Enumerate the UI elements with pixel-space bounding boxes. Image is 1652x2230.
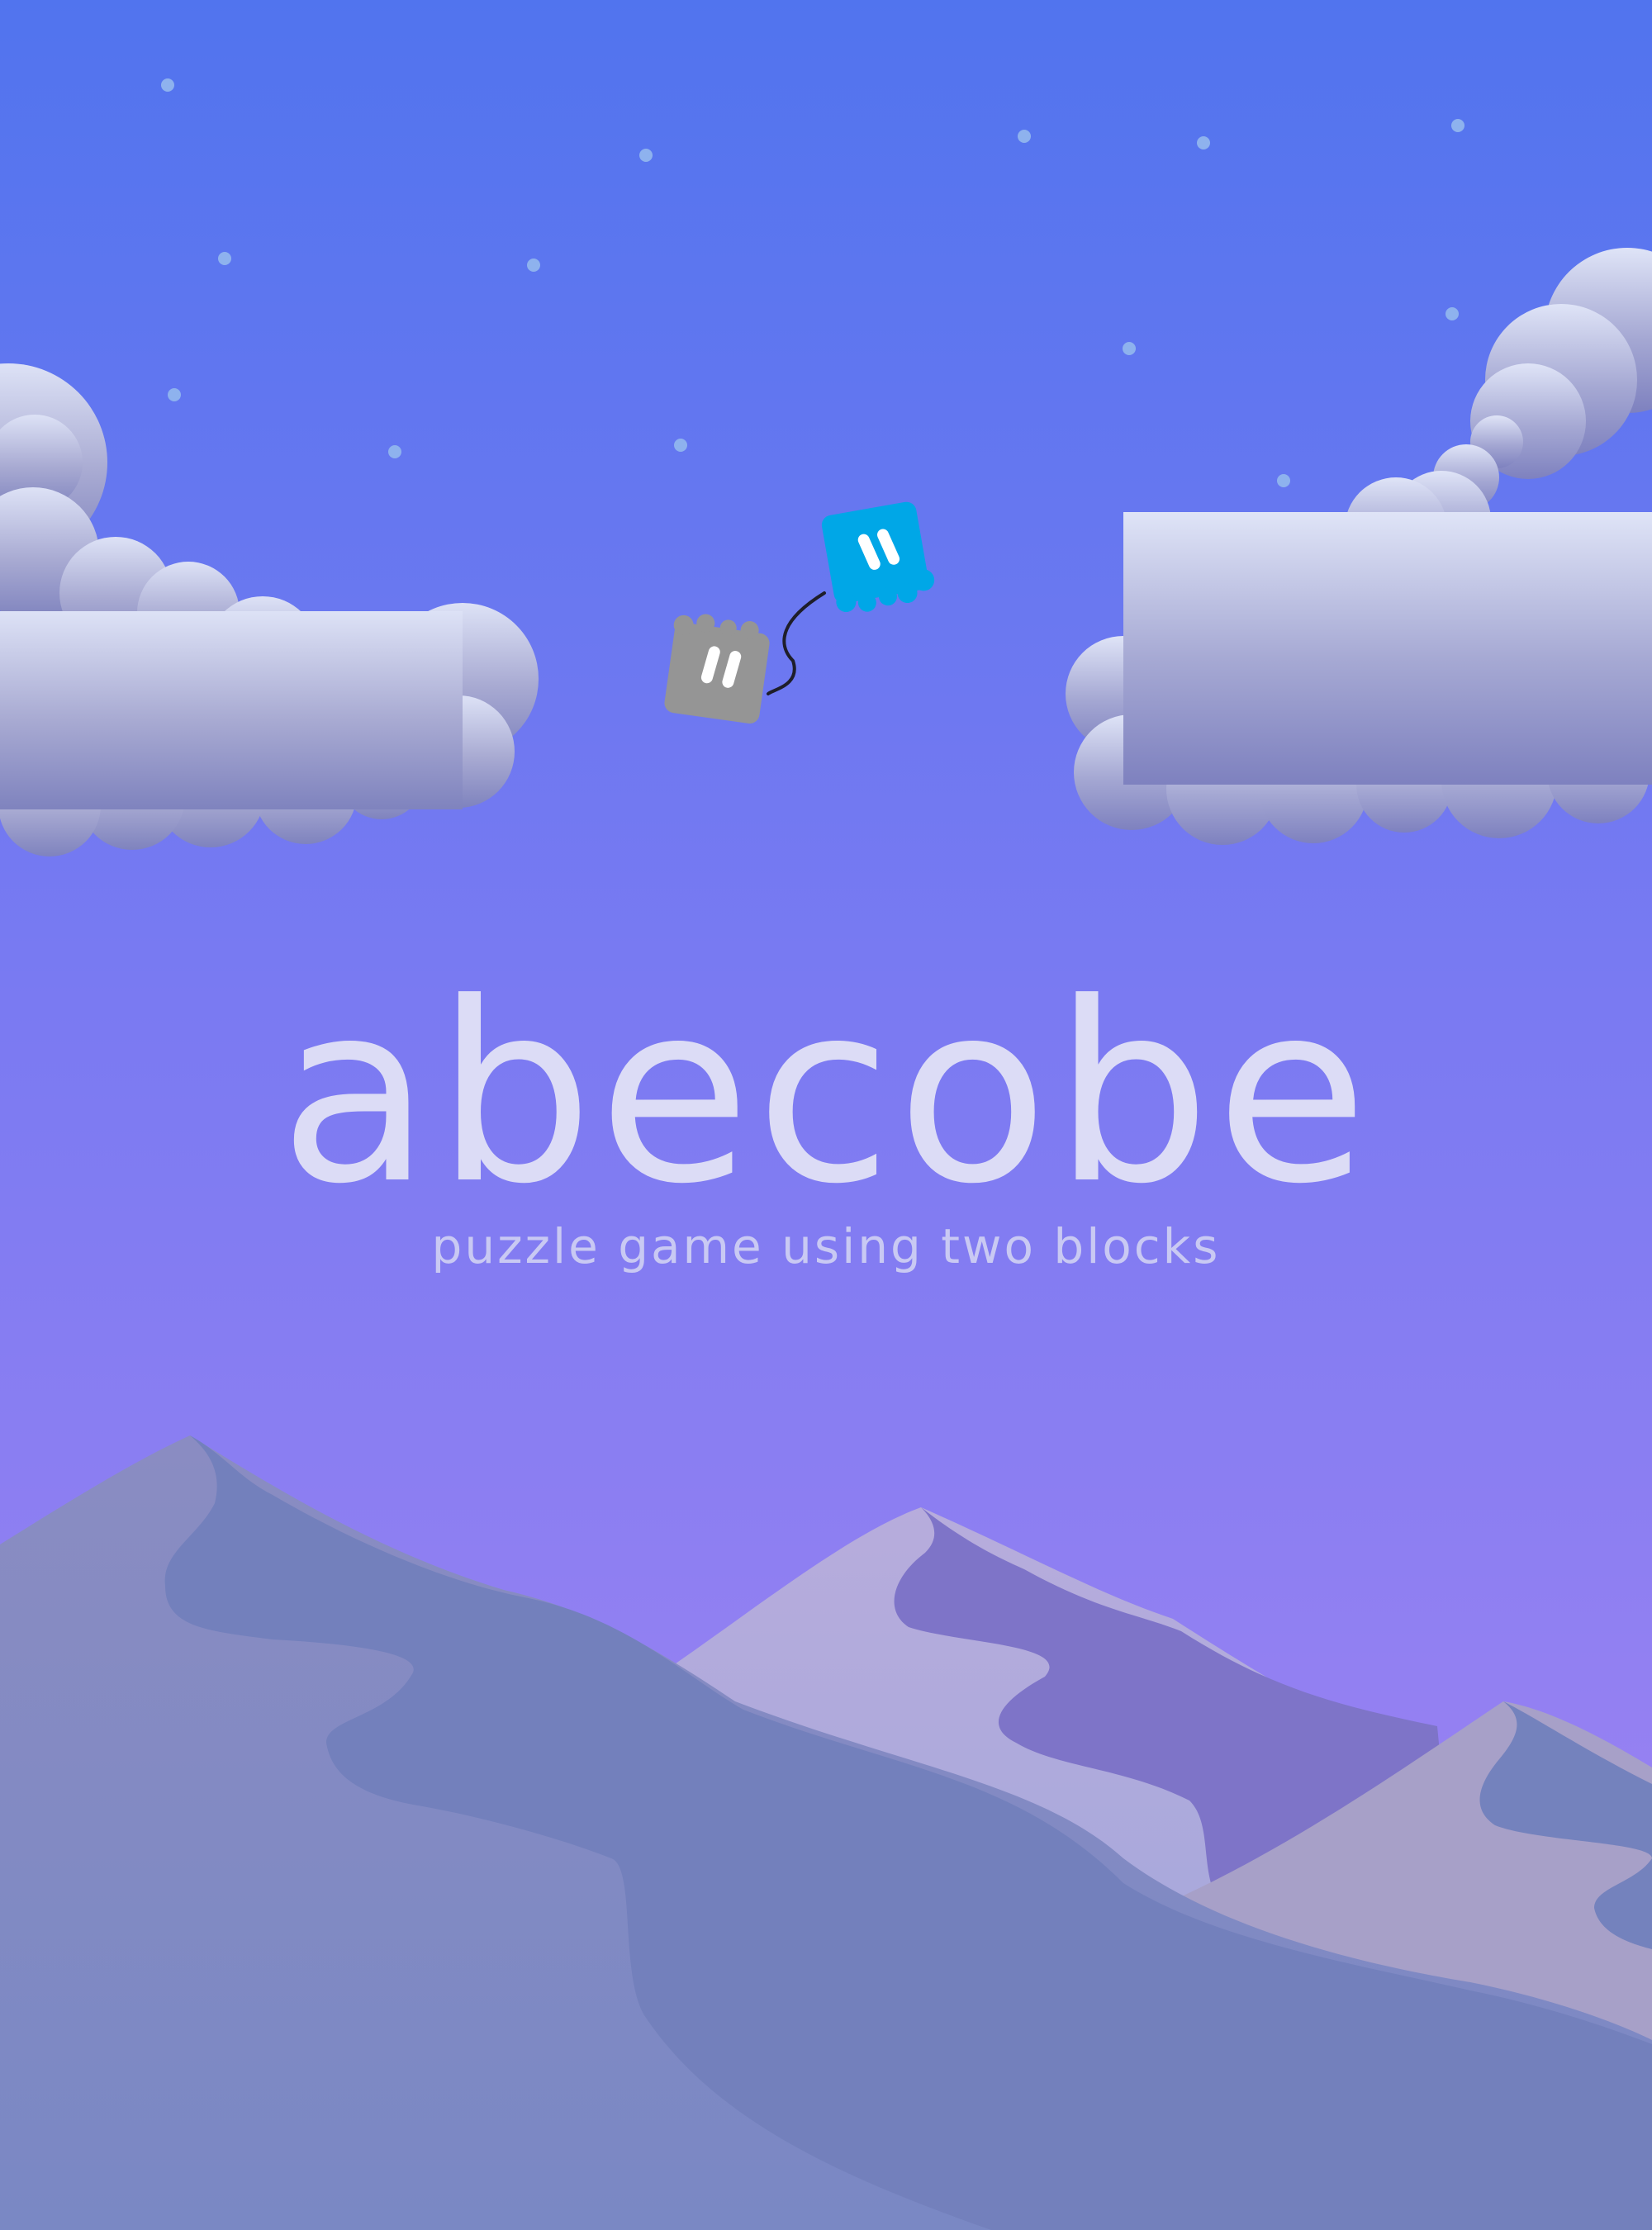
star-icon	[674, 439, 687, 452]
star-icon	[161, 78, 174, 92]
star-icon	[1018, 130, 1031, 143]
star-icon	[1123, 342, 1136, 355]
game-tagline: puzzle game using two blocks	[431, 1218, 1221, 1274]
title-screen: abecobe puzzle game using two blocks	[0, 0, 1652, 2230]
star-icon	[388, 445, 401, 458]
star-icon	[218, 252, 231, 265]
star-icon	[527, 259, 540, 272]
star-icon	[1451, 119, 1464, 132]
star-icon	[1446, 307, 1459, 320]
star-icon	[1277, 474, 1290, 487]
star-icon	[639, 149, 653, 162]
game-title-logo: abecobe	[278, 950, 1374, 1238]
star-icon	[168, 388, 181, 401]
star-icon	[1197, 136, 1210, 149]
